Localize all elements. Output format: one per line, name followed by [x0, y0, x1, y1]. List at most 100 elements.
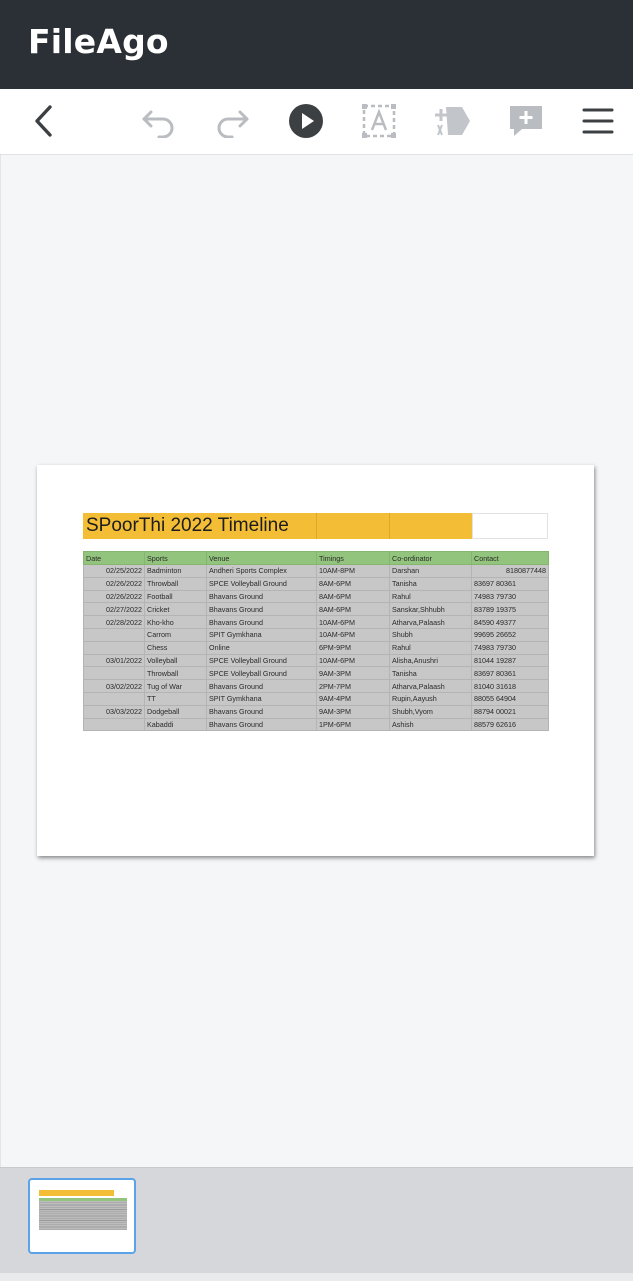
sheet-title-row: SPoorThi 2022 Timeline [83, 513, 548, 539]
cell-contact: 83697 80361 [471, 576, 549, 591]
cell-coordinator: Darshan [389, 564, 472, 578]
table-row: TT SPIT Gymkhana 9AM-4PM Rupin,Aayush 88… [83, 691, 549, 706]
header-date: Date [83, 551, 145, 565]
cell-date: 03/03/2022 [83, 704, 145, 719]
table-row: 03/02/2022 Tug of War Bhavans Ground 2PM… [83, 679, 549, 693]
cell-date: 02/27/2022 [83, 602, 145, 617]
cell-coordinator: Rahul [389, 589, 472, 604]
table-row: 02/26/2022 Football Bhavans Ground 8AM-6… [83, 589, 549, 604]
cell-venue: SPIT Gymkhana [206, 691, 317, 706]
cell-venue: Online [206, 640, 317, 655]
cell-coordinator: Alisha,Anushri [389, 653, 472, 668]
document-page: SPoorThi 2022 Timeline Date Sports Venue… [37, 465, 594, 856]
cell-contact: 84590 49377 [471, 615, 549, 629]
cell-date [83, 666, 145, 681]
cell-venue: SPCE Volleyball Ground [206, 576, 317, 591]
table-row: 02/26/2022 Throwball SPCE Volleyball Gro… [83, 576, 549, 591]
cell-venue: SPCE Volleyball Ground [206, 653, 317, 668]
table-row: Kabaddi Bhavans Ground 1PM-6PM Ashish 88… [83, 717, 549, 732]
cell-venue: SPIT Gymkhana [206, 627, 317, 642]
cell-venue: Andheri Sports Complex [206, 564, 317, 578]
cell-coordinator: Rahul [389, 640, 472, 655]
cell-timing: 2PM-7PM [316, 679, 390, 693]
table-row: 03/03/2022 Dodgeball Bhavans Ground 9AM-… [83, 704, 549, 719]
table-row: 02/28/2022 Kho-kho Bhavans Ground 10AM-6… [83, 615, 549, 629]
redo-icon [217, 110, 249, 138]
cell-sport: Chess [144, 640, 207, 655]
cell-sport: Kho-kho [144, 615, 207, 629]
header-sports: Sports [144, 551, 207, 565]
cell-date: 02/26/2022 [83, 576, 145, 591]
cell-contact: 99695 26652 [471, 627, 549, 642]
cell-venue: SPCE Volleyball Ground [206, 666, 317, 681]
cell-timing: 10AM-6PM [316, 627, 390, 642]
toolbar [0, 89, 633, 155]
cell-timing: 1PM-6PM [316, 717, 390, 732]
back-icon [35, 105, 52, 137]
cell-coordinator: Sanskar,Shhubh [389, 602, 472, 617]
cell-timing: 9AM-4PM [316, 691, 390, 706]
undo-button[interactable] [133, 95, 185, 147]
cell-sport: Badminton [144, 564, 207, 578]
cell-date [83, 627, 145, 642]
cell-sport: Throwball [144, 576, 207, 591]
play-icon [289, 104, 323, 138]
title-cell-divider [316, 513, 317, 539]
cell-contact: 74983 79730 [471, 640, 549, 655]
stamp-icon [435, 107, 470, 136]
stamp-button[interactable] [426, 95, 478, 147]
table-row: Carrom SPIT Gymkhana 10AM-6PM Shubh 9969… [83, 627, 549, 642]
cell-contact: 81040 31618 [471, 679, 549, 693]
cell-sport: TT [144, 691, 207, 706]
cell-sport: Kabaddi [144, 717, 207, 732]
cell-coordinator: Shubh [389, 627, 472, 642]
cell-venue: Bhavans Ground [206, 704, 317, 719]
cell-coordinator: Ashish [389, 717, 472, 732]
back-button[interactable] [18, 95, 70, 147]
table-row: 03/01/2022 Volleyball SPCE Volleyball Gr… [83, 653, 549, 668]
cell-venue: Bhavans Ground [206, 679, 317, 693]
thumbnail-table-preview [39, 1201, 127, 1230]
menu-icon [582, 108, 614, 134]
table-row: 02/27/2022 Cricket Bhavans Ground 8AM-6P… [83, 602, 549, 617]
thumbnail-title-bar [39, 1190, 114, 1196]
cell-date [83, 691, 145, 706]
page-thumbnail[interactable] [28, 1178, 136, 1254]
menu-button[interactable] [572, 95, 624, 147]
cell-contact: 88794 00021 [471, 704, 549, 719]
cell-coordinator: Rupin,Aayush [389, 691, 472, 706]
cell-venue: Bhavans Ground [206, 717, 317, 732]
cell-contact: 74983 79730 [471, 589, 549, 604]
cell-timing: 10AM-6PM [316, 615, 390, 629]
cell-contact: 83789 19375 [471, 602, 549, 617]
cell-coordinator: Atharva,Palaash [389, 615, 472, 629]
cell-sport: Tug of War [144, 679, 207, 693]
table-row: 02/25/2022 Badminton Andheri Sports Comp… [83, 564, 549, 578]
cell-coordinator: Shubh,Vyom [389, 704, 472, 719]
redo-button[interactable] [206, 95, 258, 147]
cell-date [83, 640, 145, 655]
cell-coordinator: Tanisha [389, 576, 472, 591]
undo-icon [142, 110, 174, 138]
cell-timing: 8AM-6PM [316, 602, 390, 617]
cell-coordinator: Atharva,Palaash [389, 679, 472, 693]
header-contact: Contact [471, 551, 549, 565]
cell-contact: 8180877448 [471, 564, 549, 578]
add-comment-button[interactable] [500, 95, 552, 147]
cell-date: 02/26/2022 [83, 589, 145, 604]
cell-sport: Cricket [144, 602, 207, 617]
text-select-button[interactable] [353, 95, 405, 147]
schedule-table: Date Sports Venue Timings Co-ordinator C… [83, 551, 549, 732]
cell-date: 03/01/2022 [83, 653, 145, 668]
cell-timing: 6PM-9PM [316, 640, 390, 655]
title-cell-divider [389, 513, 390, 539]
cell-contact: 88055 64904 [471, 691, 549, 706]
app-title: FileAgo [28, 22, 169, 61]
cell-sport: Dodgeball [144, 704, 207, 719]
cell-sport: Volleyball [144, 653, 207, 668]
add-comment-icon [510, 106, 542, 136]
cell-contact: 88579 62616 [471, 717, 549, 732]
play-button[interactable] [280, 95, 332, 147]
header-coordinator: Co-ordinator [389, 551, 472, 565]
table-row: Chess Online 6PM-9PM Rahul 74983 79730 [83, 640, 549, 655]
